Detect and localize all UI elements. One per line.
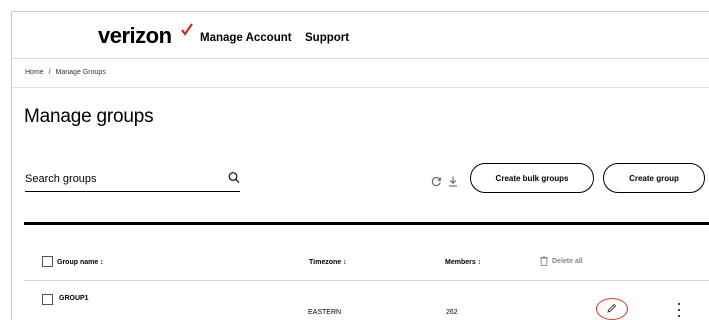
kebab-dot bbox=[678, 303, 680, 305]
column-header-members[interactable]: Members ↕ bbox=[445, 259, 481, 266]
breadcrumb: Home / Manage Groups bbox=[25, 69, 106, 76]
delete-all-label: Delete all bbox=[552, 257, 583, 265]
search-field[interactable] bbox=[25, 168, 240, 192]
verizon-check-icon bbox=[181, 23, 193, 36]
nav-support[interactable]: Support bbox=[305, 32, 349, 44]
breadcrumb-home[interactable]: Home bbox=[25, 69, 44, 76]
breadcrumb-divider bbox=[12, 87, 709, 88]
edit-pencil-icon[interactable] bbox=[606, 303, 617, 314]
refresh-icon[interactable] bbox=[431, 176, 442, 187]
more-options-icon[interactable] bbox=[676, 303, 682, 317]
header-row-divider bbox=[24, 280, 709, 281]
column-header-group-name[interactable]: Group name ↕ bbox=[57, 259, 104, 266]
create-group-button[interactable]: Create group bbox=[603, 163, 705, 193]
timezone-cell: EASTERN bbox=[308, 309, 342, 316]
select-all-checkbox[interactable] bbox=[42, 256, 53, 267]
group-name-cell: GROUP1 bbox=[59, 295, 89, 302]
breadcrumb-separator: / bbox=[48, 69, 51, 76]
trash-icon bbox=[540, 256, 548, 266]
members-cell: 262 bbox=[446, 309, 458, 316]
verizon-logo[interactable]: verizon bbox=[98, 23, 172, 49]
top-navigation-bar: verizon Manage Account Support bbox=[12, 12, 709, 58]
header-divider bbox=[12, 58, 709, 59]
breadcrumb-current: Manage Groups bbox=[55, 69, 106, 76]
kebab-dot bbox=[678, 309, 680, 311]
app-frame: verizon Manage Account Support Home / Ma… bbox=[11, 11, 709, 320]
search-input[interactable] bbox=[25, 168, 205, 190]
kebab-dot bbox=[678, 315, 680, 317]
nav-manage-account[interactable]: Manage Account bbox=[200, 32, 292, 44]
download-icon[interactable] bbox=[448, 176, 458, 187]
table-top-border bbox=[24, 222, 709, 225]
create-bulk-groups-button[interactable]: Create bulk groups bbox=[470, 163, 594, 193]
delete-all-button[interactable]: Delete all bbox=[540, 256, 583, 266]
page-title: Manage groups bbox=[24, 106, 154, 127]
row-checkbox[interactable] bbox=[42, 294, 53, 305]
column-header-timezone[interactable]: Timezone ↕ bbox=[309, 259, 347, 266]
search-icon[interactable] bbox=[228, 171, 240, 185]
